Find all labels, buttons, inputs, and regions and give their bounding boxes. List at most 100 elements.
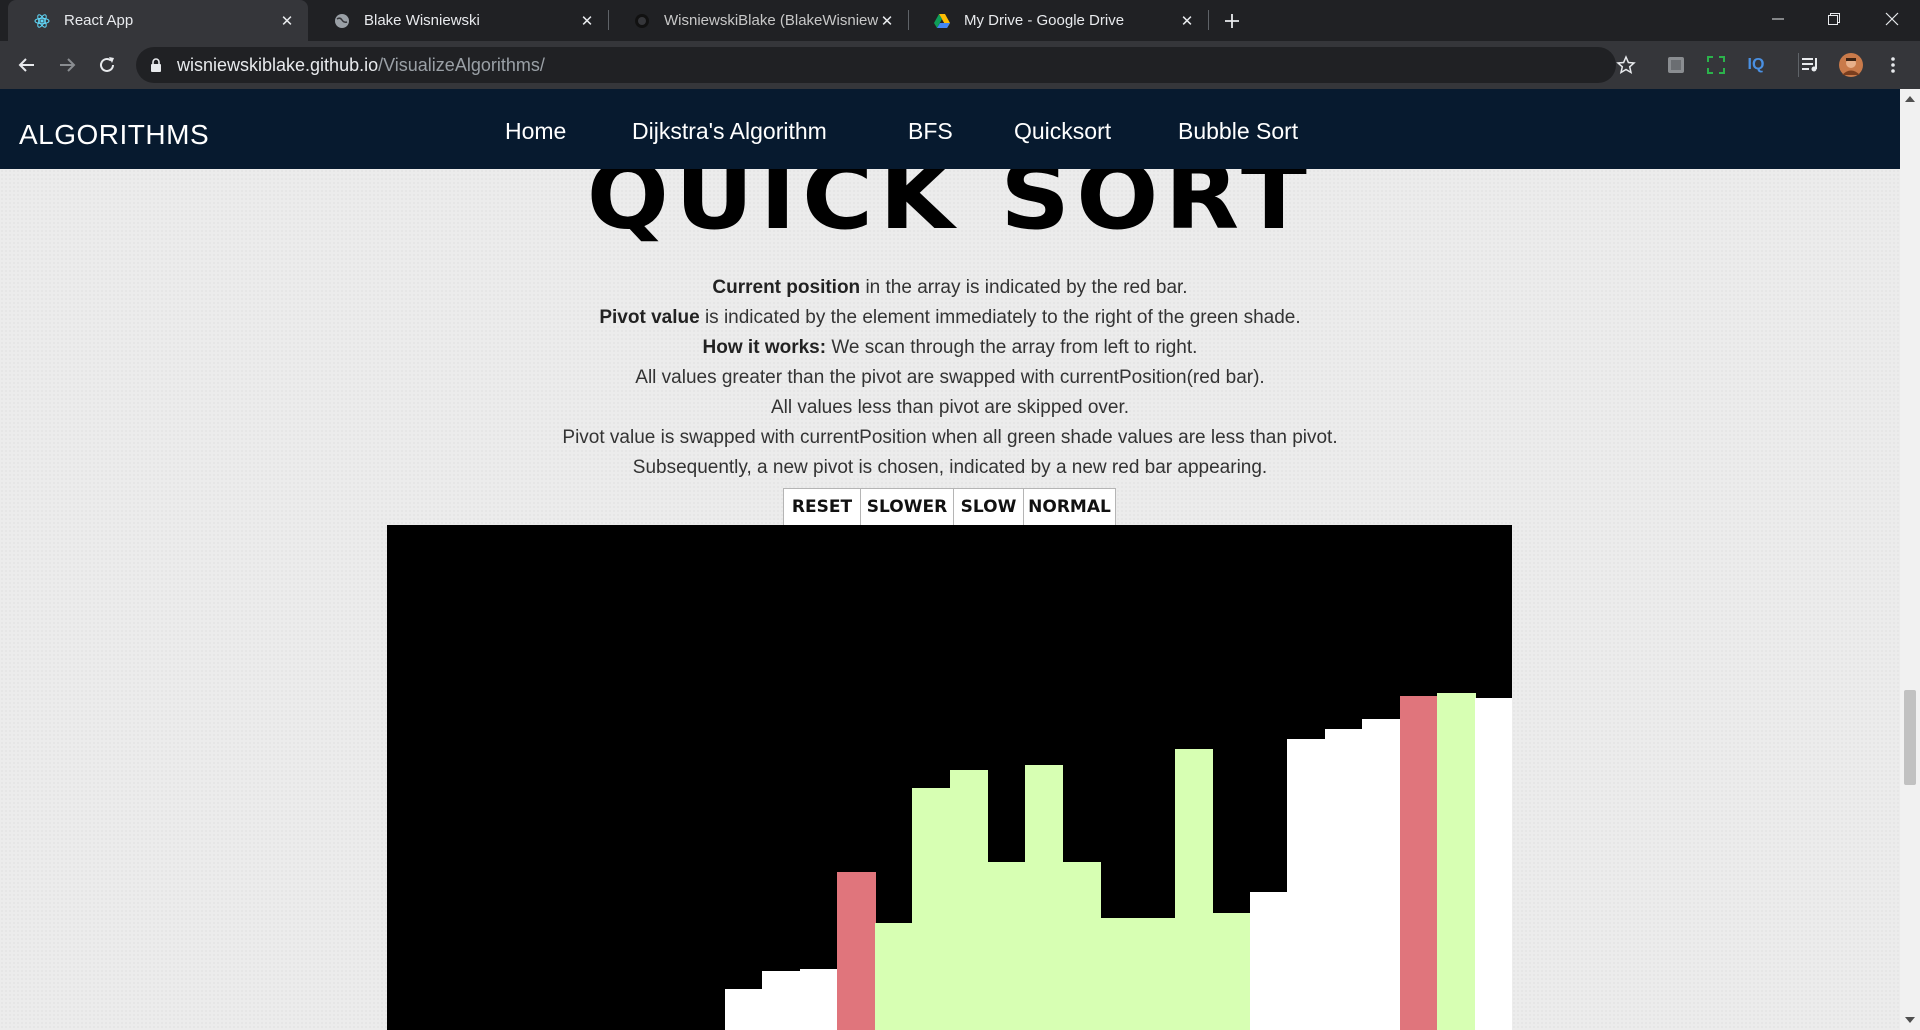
slower-button[interactable]: SLOWER — [861, 489, 954, 525]
nav-link-home[interactable]: Home — [505, 118, 566, 145]
url-text[interactable]: wisniewskiblake.github.io/VisualizeAlgor… — [177, 55, 545, 76]
close-window-icon — [1885, 12, 1899, 26]
array-bar-default — [724, 989, 763, 1030]
reload-icon — [100, 57, 114, 72]
new-tab-button[interactable] — [1219, 8, 1245, 34]
screenshot-icon — [1707, 56, 1725, 74]
description-text: All values less than pivot are skipped o… — [770, 397, 1130, 418]
array-bar-current — [1399, 696, 1438, 1030]
array-bar-range — [987, 862, 1026, 1030]
description-bold: Pivot value — [599, 307, 700, 328]
description-bold: How it works: — [702, 337, 827, 358]
nav-link-bfs[interactable]: BFS — [908, 118, 953, 145]
close-icon[interactable]: ✕ — [578, 12, 596, 30]
close-icon[interactable]: ✕ — [1178, 12, 1196, 30]
browser-tab-strip: React App ✕ Blake Wisniewski ✕ Wisniewsk… — [0, 0, 1920, 41]
page-viewport: QUICK SORT ALGORITHMS Home Dijkstra's Al… — [0, 89, 1900, 1030]
array-bar-range — [1099, 918, 1138, 1030]
close-icon[interactable]: ✕ — [278, 12, 296, 30]
nav-link-bubble-sort[interactable]: Bubble Sort — [1178, 118, 1298, 145]
media-queue-icon — [1802, 58, 1817, 72]
array-bar-current — [837, 872, 876, 1030]
url-host: wisniewskiblake.github.io — [177, 55, 379, 75]
description-text: Pivot value is swapped with currentPosit… — [562, 427, 1338, 448]
nav-link-dijkstra[interactable]: Dijkstra's Algorithm — [632, 118, 827, 145]
tab-title: Blake Wisniewski — [364, 12, 480, 29]
array-bar-range — [1137, 918, 1176, 1030]
array-bar-default — [762, 971, 801, 1030]
extension-button[interactable] — [1664, 53, 1688, 77]
profile-avatar[interactable] — [1839, 53, 1863, 77]
description-bold: Current position — [712, 277, 861, 298]
scroll-down-icon — [1905, 1017, 1915, 1023]
array-bar-range — [912, 788, 951, 1030]
speed-controls: RESET SLOWER SLOW NORMAL — [783, 488, 1116, 526]
array-bar-default — [1287, 739, 1326, 1030]
browser-toolbar: wisniewskiblake.github.io/VisualizeAlgor… — [0, 41, 1920, 89]
reload-button[interactable] — [93, 51, 121, 79]
array-bar-range — [1062, 862, 1101, 1030]
extension-square-icon — [1668, 57, 1684, 73]
quicksort-visualizer-canvas — [387, 525, 1512, 1030]
scroll-up-icon — [1905, 96, 1915, 102]
description-line: How it works: We scan through the array … — [0, 333, 1900, 363]
scroll-down-arrow[interactable] — [1903, 1013, 1917, 1027]
tab-title: WisniewskiBlake (BlakeWisniewski) — [664, 12, 878, 29]
github-icon — [634, 13, 650, 29]
tab-title: My Drive - Google Drive — [964, 12, 1125, 29]
array-bar-range — [949, 770, 988, 1030]
close-window-button[interactable] — [1864, 0, 1920, 38]
site-navbar: ALGORITHMS Home Dijkstra's Algorithm BFS… — [0, 89, 1900, 169]
array-bar-range — [874, 923, 913, 1030]
array-bar-default — [799, 969, 838, 1030]
back-arrow-icon — [18, 58, 34, 72]
description-text: Subsequently, a new pivot is chosen, ind… — [632, 457, 1268, 478]
scrollbar-thumb[interactable] — [1904, 690, 1916, 785]
iq-extension-button[interactable]: IQ — [1744, 53, 1768, 77]
description-text: in the array is indicated by the red bar… — [860, 277, 1188, 298]
forward-arrow-icon — [60, 58, 76, 72]
array-bar-default — [1362, 719, 1401, 1030]
iq-extension-icon: IQ — [1747, 56, 1765, 73]
tab-blake-wisniewski[interactable]: Blake Wisniewski ✕ — [308, 0, 608, 41]
lock-icon — [151, 58, 161, 72]
array-bar-range — [1437, 693, 1476, 1030]
star-icon — [1616, 55, 1636, 75]
array-bar-default — [1474, 698, 1512, 1030]
kebab-menu-icon — [1891, 57, 1895, 73]
google-drive-icon — [934, 13, 950, 29]
slow-button[interactable]: SLOW — [954, 489, 1024, 525]
tab-title: React App — [64, 12, 134, 29]
restore-button[interactable] — [1806, 0, 1862, 38]
browser-menu-button[interactable] — [1881, 53, 1905, 77]
forward-button[interactable] — [53, 51, 81, 79]
tab-github[interactable]: WisniewskiBlake (BlakeWisniewski) ✕ — [608, 0, 908, 41]
bookmark-star-button[interactable] — [1614, 53, 1638, 77]
tab-google-drive[interactable]: My Drive - Google Drive ✕ — [908, 0, 1208, 41]
tab-react-app[interactable]: React App ✕ — [8, 0, 308, 41]
reset-button[interactable]: RESET — [784, 489, 861, 525]
description-line: Current position in the array is indicat… — [0, 273, 1900, 303]
array-bar-range — [1212, 913, 1251, 1030]
avatar-icon — [1839, 53, 1863, 77]
close-icon[interactable]: ✕ — [878, 12, 896, 30]
plus-icon — [1225, 14, 1239, 28]
scroll-up-arrow[interactable] — [1903, 92, 1917, 106]
description-text: All values greater than the pivot are sw… — [635, 367, 1265, 388]
array-bar-default — [1324, 729, 1363, 1030]
nav-link-quicksort[interactable]: Quicksort — [1014, 118, 1111, 145]
normal-button[interactable]: NORMAL — [1024, 489, 1115, 525]
back-button[interactable] — [13, 51, 41, 79]
description-line: All values less than pivot are skipped o… — [0, 393, 1900, 423]
media-controls-button[interactable] — [1799, 53, 1823, 77]
array-bar-range — [1174, 749, 1213, 1030]
page-scrollbar[interactable] — [1900, 89, 1920, 1030]
minimize-button[interactable] — [1750, 0, 1806, 38]
screenshot-extension-button[interactable] — [1704, 53, 1728, 77]
restore-icon — [1828, 13, 1840, 25]
globe-icon — [334, 13, 350, 29]
react-icon — [34, 13, 50, 29]
array-bar-range — [1024, 765, 1063, 1030]
description-line: Subsequently, a new pivot is chosen, ind… — [0, 453, 1900, 483]
site-brand[interactable]: ALGORITHMS — [19, 119, 209, 151]
